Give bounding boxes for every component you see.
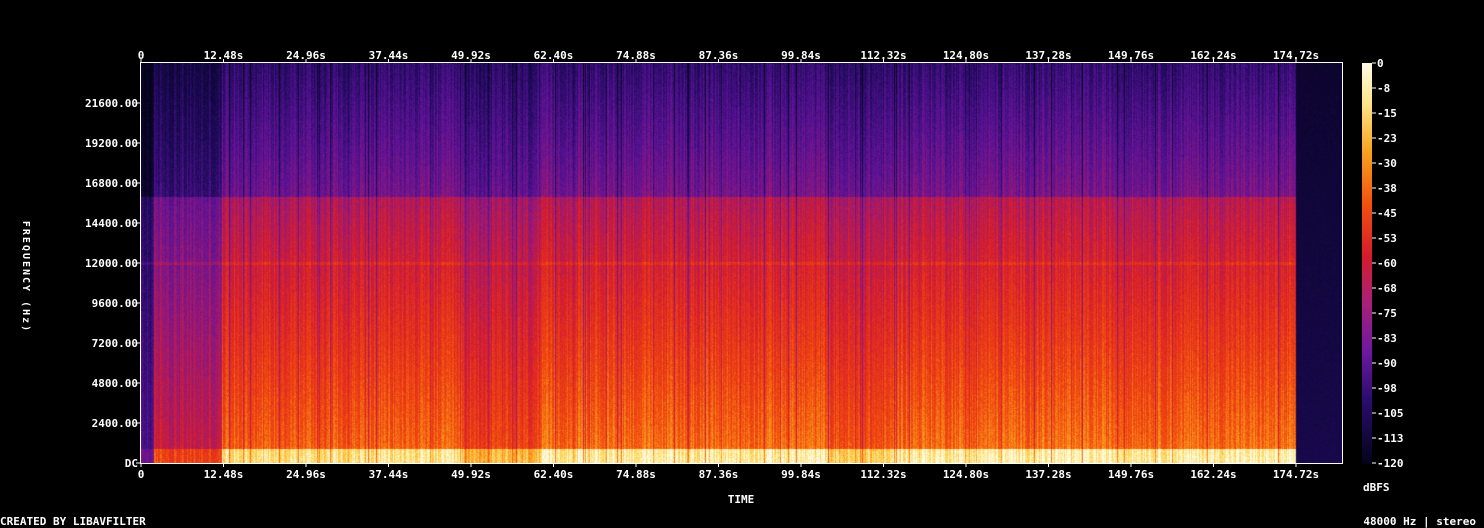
y-tick-label: 7200.00 — [92, 337, 138, 350]
x-tick-label-bottom: 74.88s — [616, 468, 656, 481]
x-tick-label-bottom: 37.44s — [369, 468, 409, 481]
y-tick-label: 9600.00 — [92, 297, 138, 310]
x-tick-label-top: 12.48s — [204, 49, 244, 62]
x-tick-label-top: 74.88s — [616, 49, 656, 62]
colorbar-tick-label: -53 — [1377, 232, 1397, 245]
colorbar-tick-label: -75 — [1377, 307, 1397, 320]
colorbar-tick-label: -105 — [1377, 407, 1404, 420]
x-tick-label-bottom: 149.76s — [1108, 468, 1154, 481]
colorbar-tick-label: -8 — [1377, 82, 1390, 95]
x-tick-label-bottom: 49.92s — [451, 468, 491, 481]
x-axis-title: TIME — [728, 493, 755, 506]
x-tick-label-bottom: 12.48s — [204, 468, 244, 481]
x-tick-label-bottom: 24.96s — [286, 468, 326, 481]
x-tick-label-bottom: 87.36s — [699, 468, 739, 481]
colorbar-tick-label: -83 — [1377, 332, 1397, 345]
y-tick-label: 2400.00 — [92, 417, 138, 430]
x-tick-label-top: 149.76s — [1108, 49, 1154, 62]
colorbar-tick-label: -23 — [1377, 132, 1397, 145]
y-tick-label: 4800.00 — [92, 377, 138, 390]
y-axis-title: FREQUENCY (Hz) — [20, 221, 31, 333]
x-tick-label-top: 112.32s — [860, 49, 906, 62]
colorbar-label: dBFS — [1363, 481, 1390, 494]
y-tick-label: 12000.00 — [85, 257, 138, 270]
colorbar-tick-label: -38 — [1377, 182, 1397, 195]
y-tick-label: 21600.00 — [85, 97, 138, 110]
spectrogram-heatmap — [141, 63, 1342, 463]
x-tick-label-top: 174.72s — [1273, 49, 1319, 62]
x-tick-label-bottom: 99.84s — [781, 468, 821, 481]
x-tick-label-top: 99.84s — [781, 49, 821, 62]
x-tick-label-top: 62.40s — [534, 49, 574, 62]
x-tick-label-bottom: 112.32s — [860, 468, 906, 481]
colorbar-tick-label: -90 — [1377, 357, 1397, 370]
x-tick-label-top: 137.28s — [1025, 49, 1071, 62]
colorbar-tick-label: -15 — [1377, 107, 1397, 120]
x-axis-top: 0 12.48s 24.96s 37.44s 49.92s 62.40s 74.88s 87.… — [138, 49, 1319, 63]
x-tick-label-top: 37.44s — [369, 49, 409, 62]
x-tick-label-bottom: 0 — [138, 468, 145, 481]
x-tick-label-bottom: 137.28s — [1025, 468, 1071, 481]
colorbar-tick-label: -60 — [1377, 257, 1397, 270]
x-tick-label-top: 49.92s — [451, 49, 491, 62]
x-tick-label-top: 124.80s — [943, 49, 989, 62]
y-tick-label: 14400.00 — [85, 217, 138, 230]
x-tick-label-bottom: 62.40s — [534, 468, 574, 481]
spectrogram-figure: 0 12.48s 24.96s 37.44s 49.92s 62.40s 74.88s 87.… — [0, 0, 1484, 528]
x-tick-label-top: 24.96s — [286, 49, 326, 62]
colorbar-tick-label: -113 — [1377, 432, 1404, 445]
x-tick-label-top: 87.36s — [699, 49, 739, 62]
colorbar-tick-label: 0 — [1377, 57, 1384, 70]
colorbar — [1362, 63, 1372, 464]
x-tick-label-bottom: 174.72s — [1273, 468, 1319, 481]
x-tick-label-bottom: 162.24s — [1190, 468, 1236, 481]
y-tick-label: DC — [125, 457, 138, 470]
y-tick-label: 19200.00 — [85, 137, 138, 150]
y-tick-label: 16800.00 — [85, 177, 138, 190]
x-tick-label-top: 162.24s — [1190, 49, 1236, 62]
colorbar-tick-label: -68 — [1377, 282, 1397, 295]
colorbar-tick-label: -30 — [1377, 157, 1397, 170]
colorbar-tick-label: -45 — [1377, 207, 1397, 220]
x-tick-label-bottom: 124.80s — [943, 468, 989, 481]
sample-rate-text: 48000 Hz | stereo — [1363, 515, 1476, 528]
colorbar-tick-label: -98 — [1377, 382, 1397, 395]
x-tick-label-top: 0 — [138, 49, 145, 62]
credit-text: CREATED BY LIBAVFILTER — [0, 515, 146, 528]
colorbar-tick-label: -120 — [1377, 457, 1404, 470]
